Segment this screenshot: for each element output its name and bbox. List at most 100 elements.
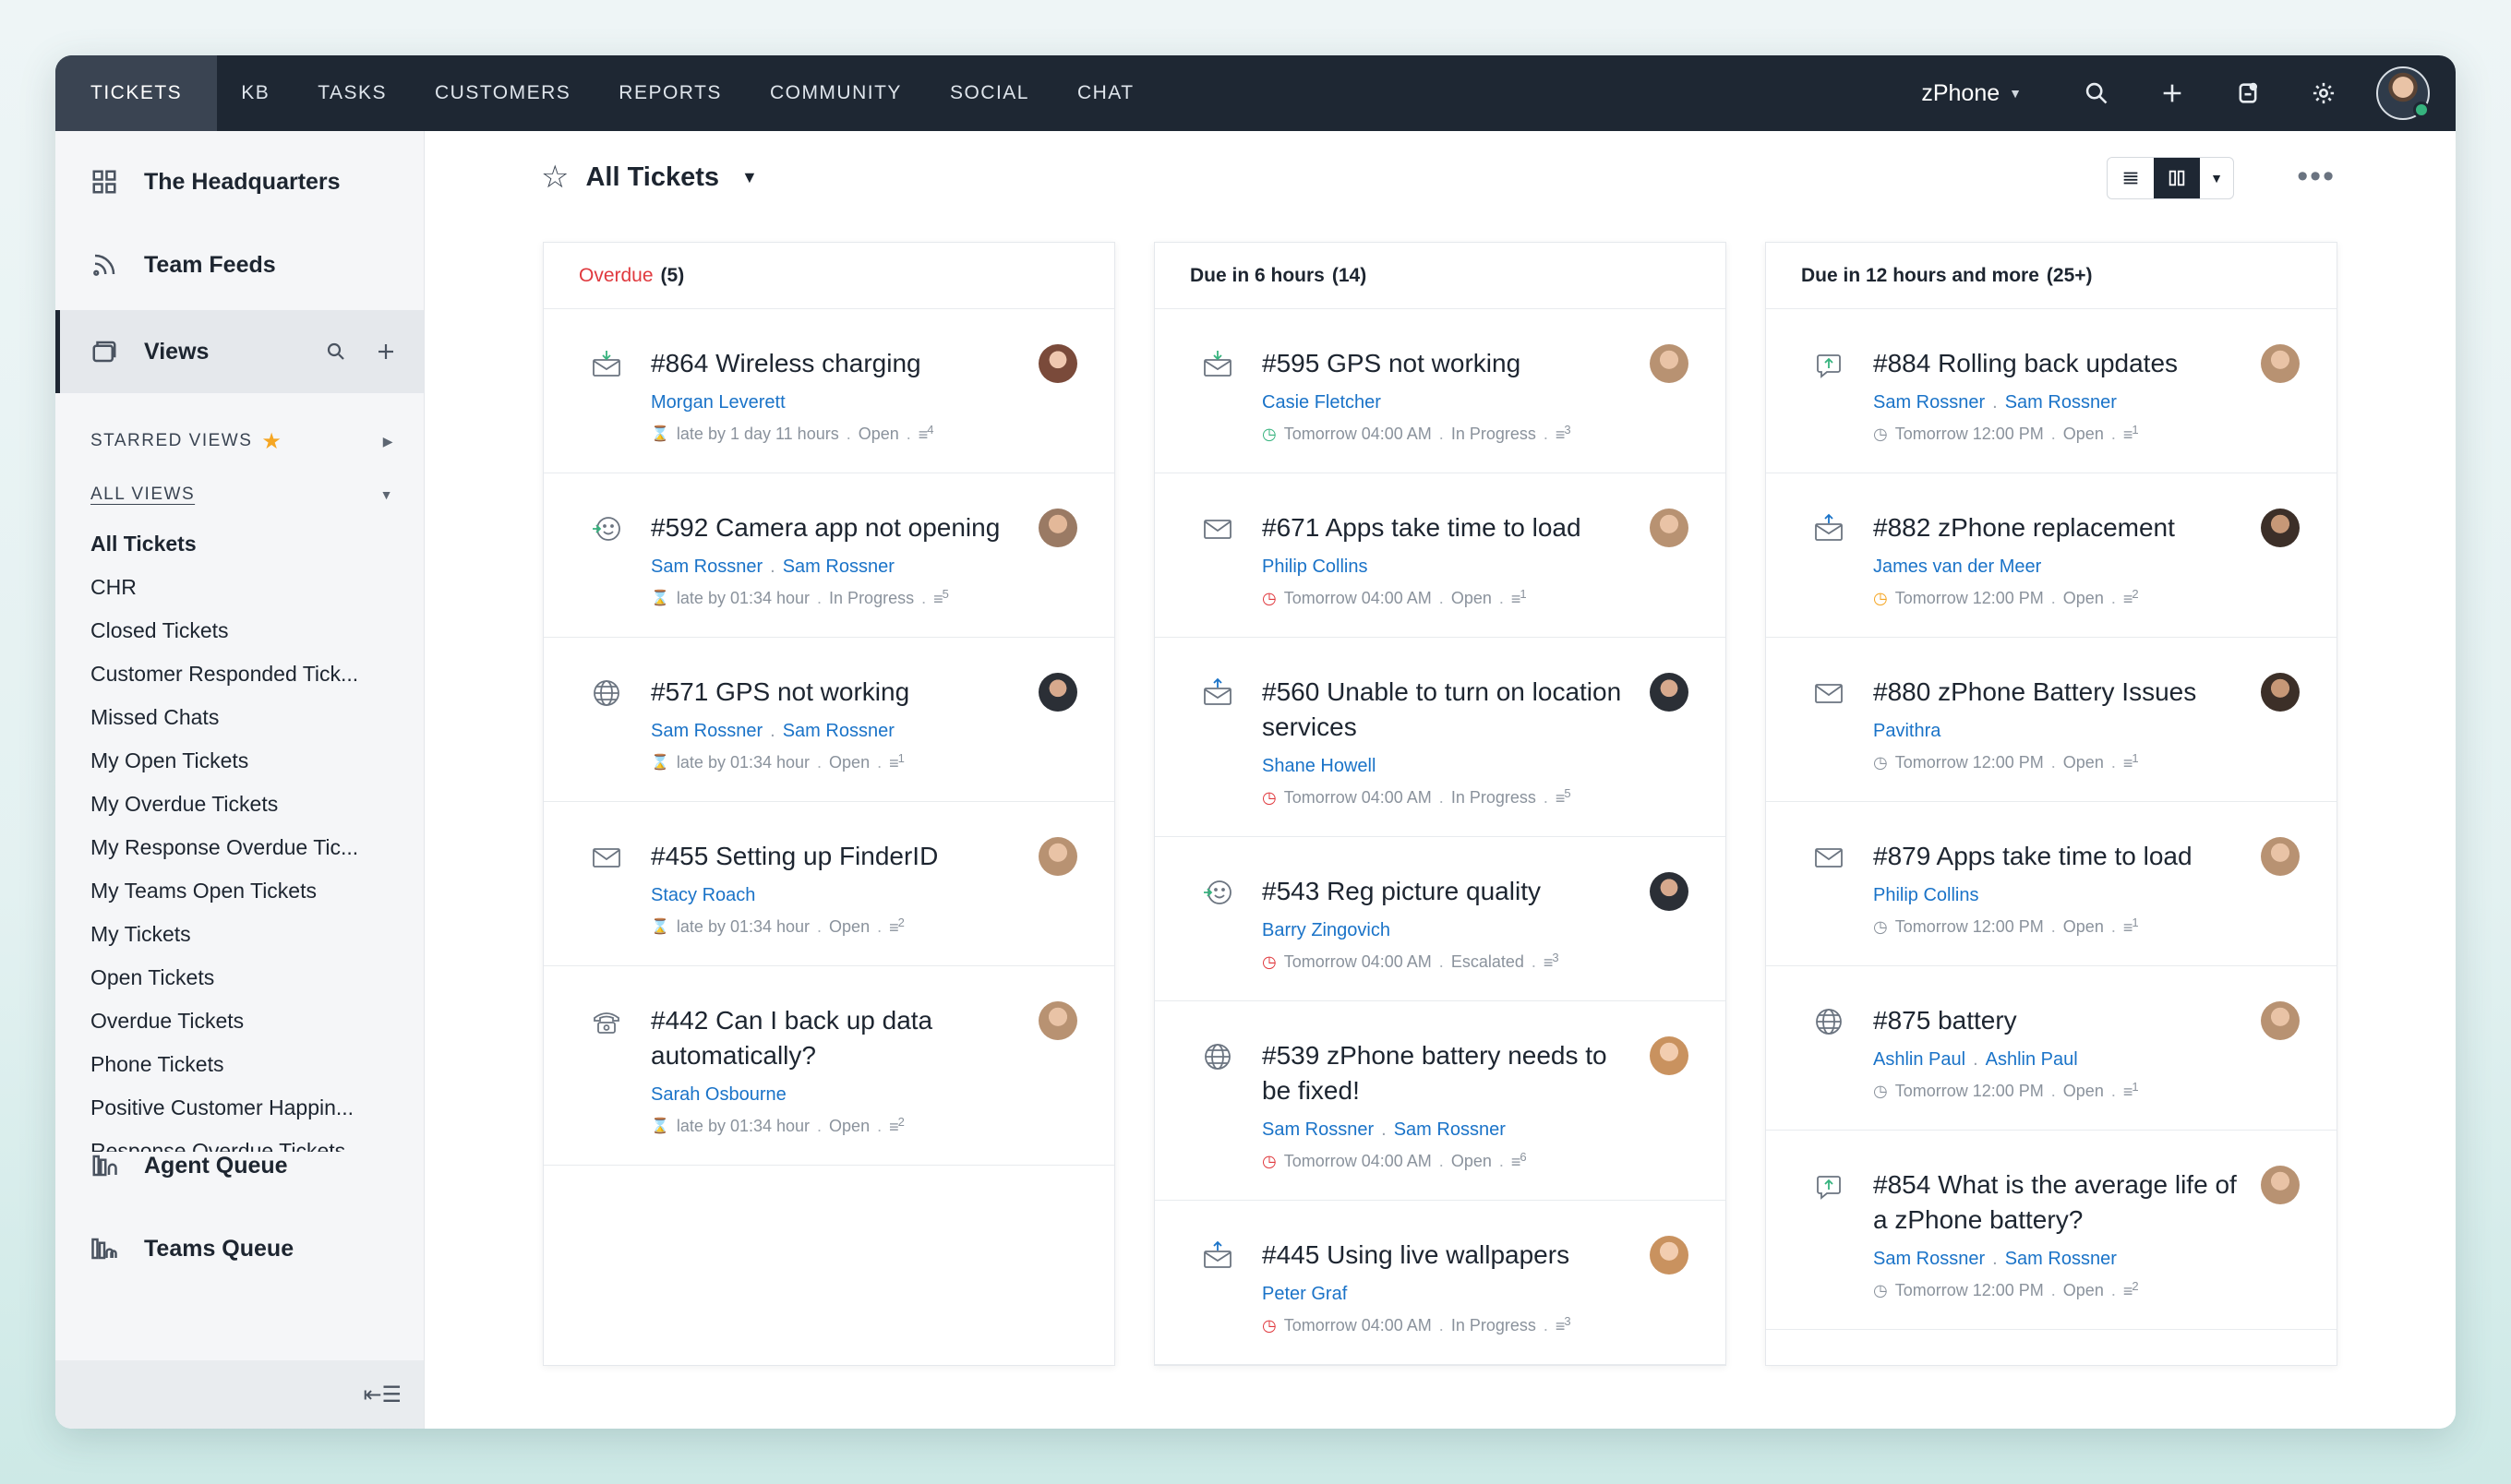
ticket-card[interactable]: #539 zPhone battery needs to be fixed! Sa… (1155, 1001, 1725, 1201)
more-options-icon[interactable]: ••• (2297, 159, 2336, 195)
assignee-link[interactable]: Sam Rossner (1394, 1119, 1506, 1140)
ticket-title[interactable]: #455 Setting up FinderID (651, 839, 1022, 874)
ticket-title[interactable]: #882 zPhone replacement (1873, 510, 2244, 545)
layout-dropdown-icon[interactable]: ▼ (2200, 158, 2233, 198)
sidebar-item-headquarters[interactable]: The Headquarters (55, 140, 424, 223)
assignee-avatar[interactable] (1039, 509, 1077, 547)
ticket-title[interactable]: #445 Using live wallpapers (1262, 1238, 1633, 1273)
assignee-avatar[interactable] (2261, 509, 2300, 547)
sidebar-item-views[interactable]: Views (55, 310, 424, 393)
ticket-card[interactable]: #442 Can I back up data automatically? Sa… (544, 966, 1114, 1166)
assignee-link[interactable]: Casie Fletcher (1262, 392, 1381, 413)
assignee-link[interactable]: Barry Zingovich (1262, 920, 1390, 940)
tab-reports[interactable]: REPORTS (595, 55, 746, 131)
ticket-card[interactable]: #879 Apps take time to load Philip Collin… (1766, 802, 2337, 966)
assignee-link[interactable]: James van der Meer (1873, 556, 2041, 577)
ticket-card[interactable]: #854 What is the average life of a zPhon… (1766, 1131, 2337, 1330)
starred-views-toggle[interactable]: STARRED VIEWS ★ ▶ (55, 421, 424, 461)
tab-community[interactable]: COMMUNITY (746, 55, 926, 131)
assignee-link[interactable]: Peter Graf (1262, 1284, 1347, 1304)
add-view-icon[interactable] (374, 340, 398, 364)
view-list-item[interactable]: Phone Tickets (90, 1043, 424, 1086)
ticket-card[interactable]: #884 Rolling back updates Sam Rossner. Sam… (1766, 309, 2337, 473)
assignee-link[interactable]: Philip Collins (1262, 556, 1368, 577)
ticket-title[interactable]: #543 Reg picture quality (1262, 874, 1633, 909)
ticket-card[interactable]: #543 Reg picture quality Barry Zingovich ◷… (1155, 837, 1725, 1001)
ticket-title[interactable]: #592 Camera app not opening (651, 510, 1022, 545)
tab-customers[interactable]: CUSTOMERS (411, 55, 595, 131)
collapse-sidebar-icon[interactable]: ⇤☰ (363, 1382, 402, 1408)
assignee-avatar[interactable] (1039, 1001, 1077, 1040)
assignee-avatar[interactable] (2261, 1001, 2300, 1040)
assignee-link[interactable]: Sarah Osbourne (651, 1084, 787, 1105)
tab-kb[interactable]: KB (217, 55, 294, 131)
assignee-avatar[interactable] (1650, 1036, 1688, 1075)
ticket-card[interactable]: #882 zPhone replacement James van der Mee… (1766, 473, 2337, 638)
ticket-title[interactable]: #539 zPhone battery needs to be fixed! (1262, 1038, 1633, 1108)
view-list-item[interactable]: CHR (90, 566, 424, 609)
ticket-title[interactable]: #442 Can I back up data automatically? (651, 1003, 1022, 1073)
ticket-title[interactable]: #671 Apps take time to load (1262, 510, 1633, 545)
sidebar-item-teams-queue[interactable]: Teams Queue (55, 1207, 424, 1290)
ticket-title[interactable]: #560 Unable to turn on location services (1262, 675, 1633, 745)
assignee-avatar[interactable] (1650, 1236, 1688, 1275)
assignee-link[interactable]: Sam Rossner (783, 556, 895, 577)
view-list-item[interactable]: My Open Tickets (90, 739, 424, 783)
view-dropdown-icon[interactable]: ▼ (741, 168, 758, 187)
assignee-avatar[interactable] (1650, 673, 1688, 712)
search-views-icon[interactable] (324, 340, 348, 364)
ticket-card[interactable]: #455 Setting up FinderID Stacy Roach ⌛ late… (544, 802, 1114, 966)
assignee-avatar[interactable] (2261, 837, 2300, 876)
ticket-title[interactable]: #595 GPS not working (1262, 346, 1633, 381)
assignee-link[interactable]: Ashlin Paul (1986, 1049, 2078, 1070)
view-list-item[interactable]: Customer Responded Tick... (90, 652, 424, 696)
ticket-card[interactable]: #875 battery Ashlin Paul. Ashlin Paul ◷ Tomo… (1766, 966, 2337, 1131)
plus-icon[interactable] (2134, 55, 2210, 131)
view-list-item[interactable]: My Overdue Tickets (90, 783, 424, 826)
view-list-item[interactable]: Missed Chats (90, 696, 424, 739)
notification-icon[interactable] (2210, 55, 2286, 131)
view-list-item[interactable]: Overdue Tickets (90, 999, 424, 1043)
favorite-star-icon[interactable]: ☆ (541, 159, 569, 196)
tab-social[interactable]: SOCIAL (926, 55, 1053, 131)
list-view-icon[interactable] (2108, 158, 2154, 198)
search-icon[interactable] (2059, 55, 2134, 131)
ticket-title[interactable]: #884 Rolling back updates (1873, 346, 2244, 381)
assignee-link[interactable]: Sam Rossner (1873, 392, 1985, 413)
assignee-link[interactable]: Sam Rossner (651, 721, 763, 741)
view-list-item[interactable]: My Response Overdue Tic... (90, 826, 424, 869)
assignee-link[interactable]: Ashlin Paul (1873, 1049, 1965, 1070)
view-list-item[interactable]: Closed Tickets (90, 609, 424, 652)
tab-chat[interactable]: CHAT (1053, 55, 1159, 131)
ticket-title[interactable]: #571 GPS not working (651, 675, 1022, 710)
assignee-link[interactable]: Stacy Roach (651, 885, 755, 905)
assignee-link[interactable]: Sam Rossner (651, 556, 763, 577)
ticket-card[interactable]: #671 Apps take time to load Philip Collin… (1155, 473, 1725, 638)
ticket-card[interactable]: #595 GPS not working Casie Fletcher ◷ Tomor… (1155, 309, 1725, 473)
assignee-link[interactable]: Sam Rossner (1262, 1119, 1374, 1140)
ticket-card[interactable]: #864 Wireless charging Morgan Leverett ⌛ la… (544, 309, 1114, 473)
view-list-item[interactable]: All Tickets (90, 522, 424, 566)
assignee-link[interactable]: Sam Rossner (783, 721, 895, 741)
ticket-card[interactable]: #560 Unable to turn on location services… (1155, 638, 1725, 837)
brand-selector[interactable]: zPhone ▼ (1921, 80, 2022, 107)
ticket-card[interactable]: #592 Camera app not opening Sam Rossner. S… (544, 473, 1114, 638)
assignee-link[interactable]: Sam Rossner (2005, 1249, 2117, 1269)
assignee-avatar[interactable] (1039, 673, 1077, 712)
assignee-avatar[interactable] (2261, 344, 2300, 383)
assignee-avatar[interactable] (1650, 509, 1688, 547)
assignee-link[interactable]: Philip Collins (1873, 885, 1979, 905)
assignee-avatar[interactable] (2261, 673, 2300, 712)
assignee-avatar[interactable] (2261, 1166, 2300, 1204)
ticket-title[interactable]: #875 battery (1873, 1003, 2244, 1038)
assignee-link[interactable]: Sam Rossner (2005, 392, 2117, 413)
tab-tickets[interactable]: TICKETS (55, 55, 218, 131)
assignee-avatar[interactable] (1650, 344, 1688, 383)
sidebar-item-team-feeds[interactable]: Team Feeds (55, 223, 424, 306)
view-list-item[interactable]: Positive Customer Happin... (90, 1086, 424, 1130)
all-views-toggle[interactable]: ALL VIEWS ▼ (55, 474, 424, 515)
ticket-card[interactable]: #571 GPS not working Sam Rossner. Sam Ross… (544, 638, 1114, 802)
assignee-avatar[interactable] (1650, 872, 1688, 911)
tab-tasks[interactable]: TASKS (294, 55, 411, 131)
ticket-card[interactable]: #880 zPhone Battery Issues Pavithra ◷ Tomor… (1766, 638, 2337, 802)
